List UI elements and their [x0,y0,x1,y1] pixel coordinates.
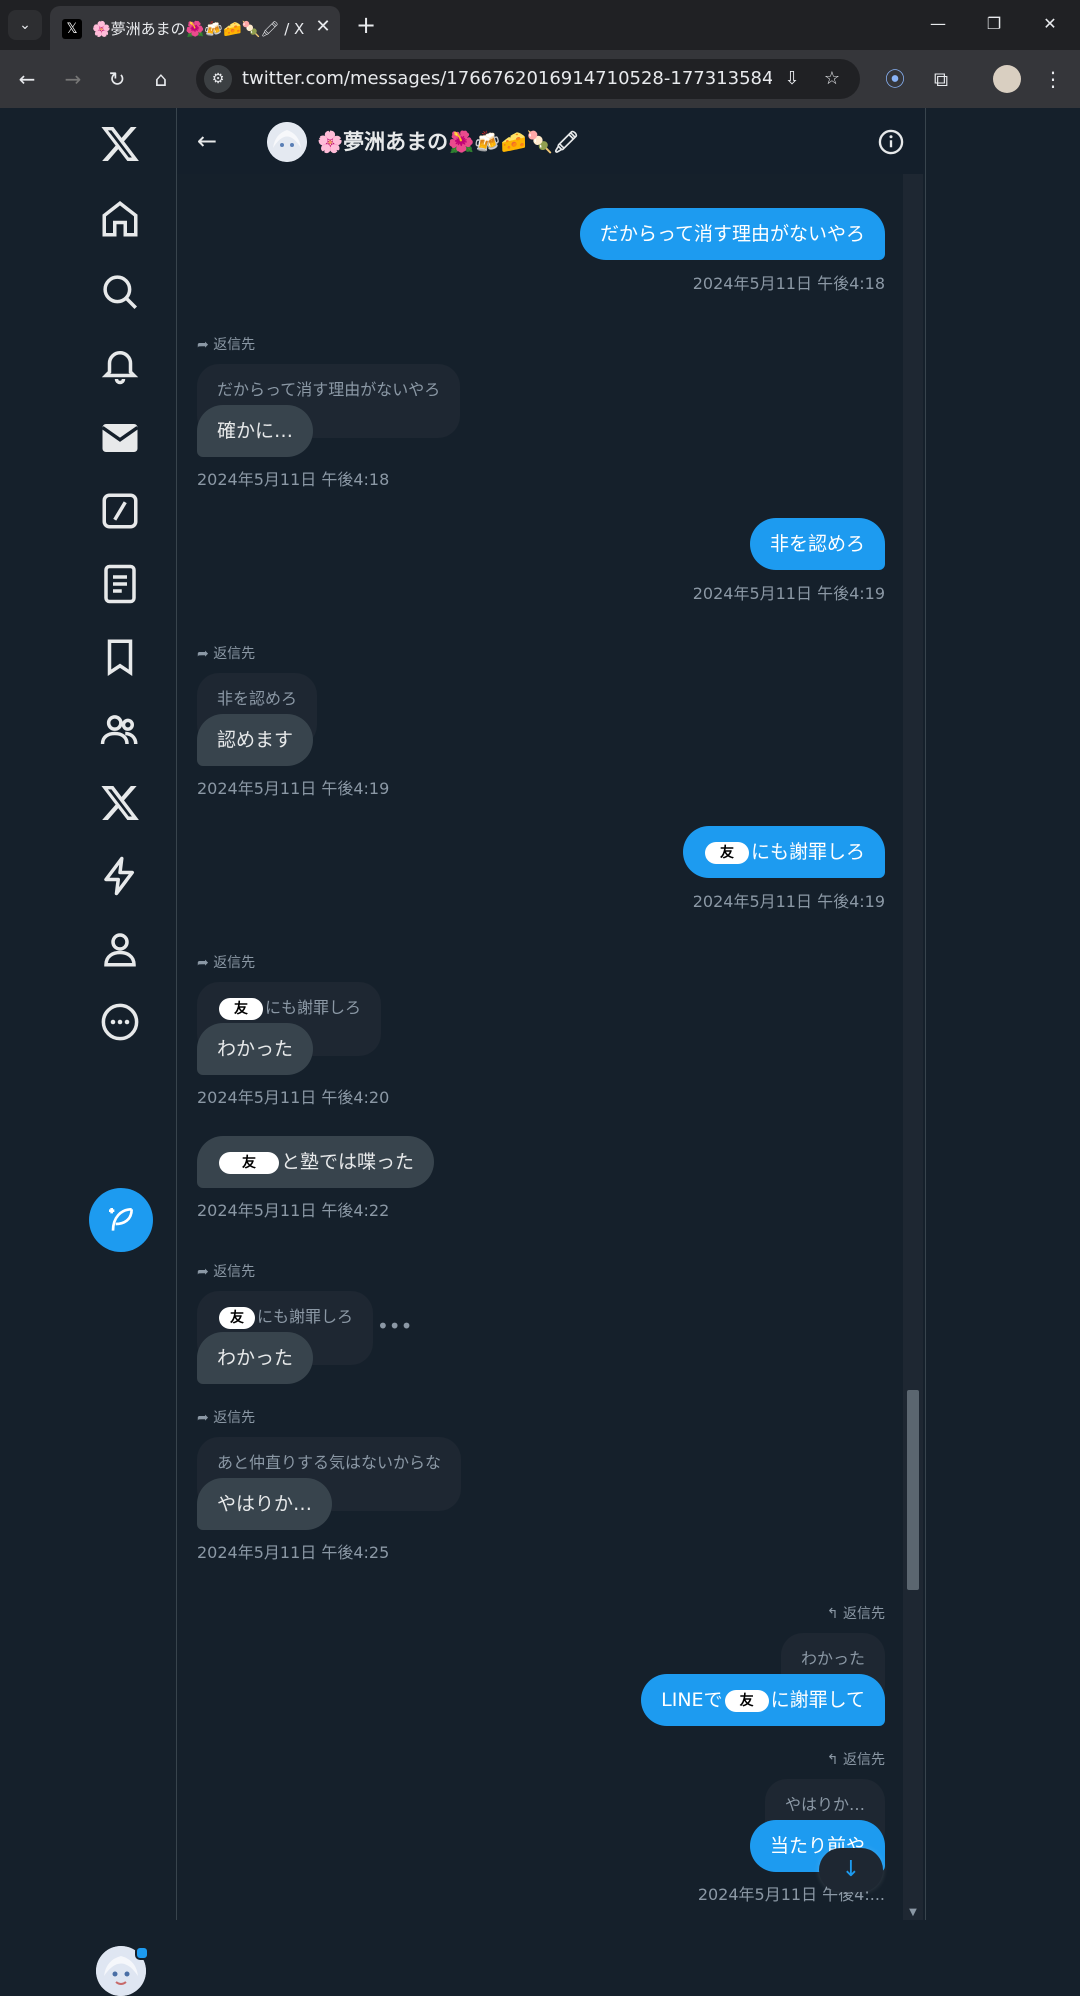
reply-arrow-icon: ➦ [197,337,214,353]
grok-icon[interactable] [99,490,141,532]
reply-indicator: ↰ 返信先 [826,1606,885,1622]
reply-arrow-icon: ➦ [197,955,214,971]
reply-indicator: ➦ 返信先 [197,646,256,662]
reload-icon[interactable]: ↻ [102,64,132,94]
forward-icon[interactable]: → [58,64,88,94]
browser-toolbar: ← → ↻ ⌂ ⚙ twitter.com/messages/176676201… [0,50,1080,108]
extensions-icon[interactable]: ⧉ [926,64,956,94]
bell-icon[interactable] [99,344,141,386]
header-avatar[interactable] [267,122,307,162]
mail-icon[interactable] [99,417,141,459]
restore-button[interactable]: ❐ [974,8,1014,40]
redacted-name: 友 [704,841,749,864]
received-message-bubble[interactable]: わかった [197,1023,314,1075]
new-tab-button[interactable]: + [352,10,380,40]
site-info-icon[interactable]: ⚙ [204,65,232,93]
conversation-title[interactable]: 🌸夢洲あまの🌺🍻🧀🍡🖍 [317,126,617,156]
reply-arrow-icon: ↰ [826,1606,843,1622]
url-text[interactable]: twitter.com/messages/1766762016914710528… [242,68,772,90]
scrollbar-thumb[interactable] [907,1390,919,1590]
tab-close-icon[interactable]: ✕ [312,16,334,38]
received-message-bubble[interactable]: 確かに… [197,405,314,457]
back-icon[interactable]: ← [12,64,42,94]
jump-to-latest-button[interactable]: ↓ [819,1848,883,1892]
message-timestamp: 2024年5月11日 午後4:22 [197,1201,390,1220]
home-browser-icon[interactable]: ⌂ [146,64,176,94]
tab-title: 🌸夢洲あまの🌺🍻🧀🍡🖍 / X [92,20,305,38]
install-app-icon[interactable]: ⇩ [780,67,804,91]
message-timestamp: 2024年5月11日 午後4:18 [692,274,885,293]
back-arrow-icon[interactable]: ← [191,125,223,157]
bookmark-icon[interactable] [99,636,141,678]
reply-indicator: ➦ 返信先 [197,1264,256,1280]
profile-icon[interactable] [99,928,141,970]
tab-search-button[interactable]: ⌄ [8,10,42,40]
reply-indicator: ↰ 返信先 [826,1752,885,1768]
scrollbar-track[interactable] [903,174,923,1920]
reply-arrow-icon: ➦ [197,1410,214,1426]
message-timestamp: 2024年5月11日 午後4:19 [197,779,390,798]
received-message-bubble[interactable]: やはりか… [197,1478,333,1530]
search-icon[interactable] [99,271,141,313]
message-timestamp: 2024年5月11日 午後4:18 [197,470,390,489]
message-timestamp: 2024年5月11日 午後4:19 [692,584,885,603]
close-window-button[interactable]: ✕ [1030,8,1070,40]
reply-indicator: ➦ 返信先 [197,1410,256,1426]
redacted-name: 友 [724,1689,769,1712]
x-favicon-icon: 𝕏 [62,19,82,39]
conversation-header: ← 🌸夢洲あまの🌺🍻🧀🍡🖍 [177,108,925,174]
info-icon[interactable] [877,128,905,156]
communities-icon[interactable] [99,709,141,751]
browser-tab[interactable]: 𝕏 🌸夢洲あまの🌺🍻🧀🍡🖍 / X ✕ [50,6,340,50]
tab-strip: ⌄ 𝕏 🌸夢洲あまの🌺🍻🧀🍡🖍 / X ✕ + — ❐ ✕ [0,0,1080,50]
compose-button[interactable] [89,1188,153,1252]
sent-message-bubble[interactable]: LINEで友に謝罪して [641,1674,885,1726]
minimize-button[interactable]: — [918,8,958,40]
lists-icon[interactable] [99,563,141,605]
browser-window-chrome: ⌄ 𝕏 🌸夢洲あまの🌺🍻🧀🍡🖍 / X ✕ + — ❐ ✕ ← → ↻ ⌂ ⚙ … [0,0,1080,108]
received-message-bubble[interactable]: 認めます [197,714,314,766]
more-icon[interactable] [99,1001,141,1043]
browser-profile-avatar[interactable] [993,65,1021,93]
redacted-name: 友 [219,1151,279,1174]
notification-dot [135,1946,149,1960]
reply-arrow-icon: ➦ [197,1264,214,1280]
address-bar[interactable]: ⚙ twitter.com/messages/17667620169147105… [196,59,860,99]
sent-message-bubble[interactable]: 非を認めろ [749,518,885,570]
browser-menu-icon[interactable]: ⋮ [1038,64,1068,94]
redacted-name: 友 [219,997,263,1020]
message-timestamp: 2024年5月11日 午後4:19 [692,892,885,911]
message-timestamp: 2024年5月11日 午後4:20 [197,1088,390,1107]
primary-nav [0,108,176,1996]
cast-audio-icon[interactable]: ⦿ [880,64,910,94]
reply-indicator: ➦ 返信先 [197,337,256,353]
bookmark-star-icon[interactable]: ☆ [820,67,844,91]
message-more-icon[interactable]: ••• [377,1316,412,1336]
reply-arrow-icon: ↰ [826,1752,843,1768]
conversation-panel: ← 🌸夢洲あまの🌺🍻🧀🍡🖍 だからって消す理由がないやろ 2024年5月11日 … [176,108,926,1920]
x-logo-icon[interactable] [99,123,141,165]
premium-icon[interactable] [99,782,141,824]
message-timestamp: 2024年5月11日 午後4:25 [197,1543,390,1562]
received-message-bubble[interactable]: わかった [197,1332,314,1384]
scroll-down-arrow-icon[interactable]: ▼ [907,1908,919,1918]
sent-message-bubble[interactable]: 友にも謝罪しろ [682,826,885,878]
redacted-name: 友 [219,1306,255,1329]
received-message-bubble[interactable]: 友と塾では喋った [197,1136,435,1188]
verified-orgs-icon[interactable] [99,855,141,897]
reply-indicator: ➦ 返信先 [197,955,256,971]
reply-arrow-icon: ➦ [197,646,214,662]
home-icon[interactable] [99,198,141,240]
sent-message-bubble[interactable]: だからって消す理由がないやろ [579,208,885,260]
